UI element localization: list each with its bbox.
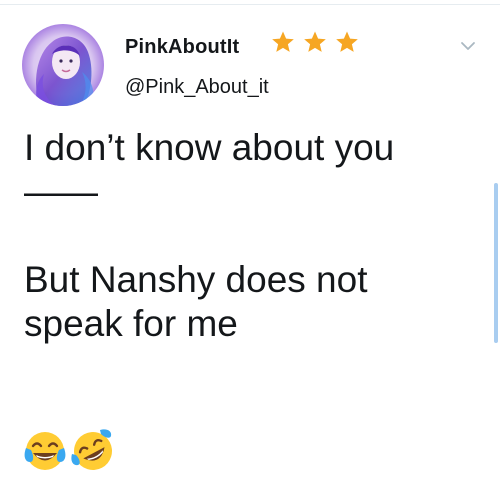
tears-of-joy-emoji-icon — [24, 432, 66, 470]
name-badges — [271, 30, 359, 54]
tweet-text-line — [24, 214, 474, 258]
display-name[interactable]: PinkAboutIt — [125, 36, 239, 59]
tweet-text-line: I don’t know about you — [24, 127, 395, 168]
avatar[interactable] — [22, 24, 104, 106]
tweet-text-line: speak for me — [24, 303, 238, 344]
tweet-text-line: But Nanshy does not — [24, 259, 368, 300]
emoji-row — [22, 428, 116, 474]
tweet-text-line: —— — [24, 171, 98, 212]
rolling-on-floor-laughing-emoji-icon — [71, 429, 112, 470]
star-icon — [304, 31, 326, 52]
scrollbar[interactable] — [494, 183, 498, 343]
star-icon — [272, 31, 294, 52]
chevron-down-icon[interactable] — [458, 36, 478, 56]
tweet-card: PinkAboutIt @Pink_About_it I don’t know … — [0, 0, 500, 484]
user-handle[interactable]: @Pink_About_it — [125, 76, 269, 99]
star-icon — [336, 31, 358, 52]
tweet-text: I don’t know about you —— But Nanshy doe… — [24, 126, 474, 346]
